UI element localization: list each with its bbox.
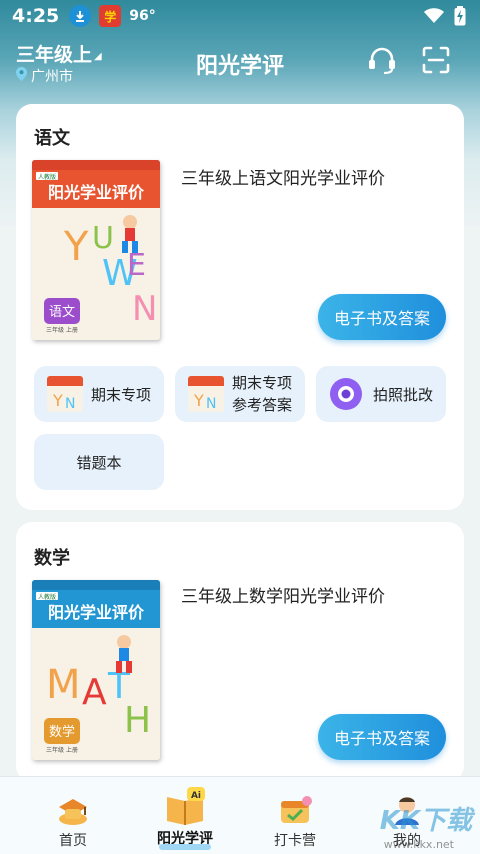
- svg-text:N: N: [206, 396, 216, 412]
- tile-label-group: 期末专项 参考答案: [232, 372, 292, 416]
- cover-series-title: 阳光学业评价: [48, 183, 145, 202]
- photo-grading-tile[interactable]: 拍照批改: [316, 366, 446, 422]
- final-exam-answers-tile[interactable]: YN 期末专项 参考答案: [175, 366, 305, 422]
- svg-text:N: N: [132, 289, 157, 329]
- svg-text:Y: Y: [52, 391, 63, 410]
- subject-card-chinese: 语文 人教版 阳光学业评价 Y U W E N 语文 三年级 上册 三年级上语文…: [16, 104, 464, 510]
- svg-text:A: A: [82, 672, 107, 713]
- status-time: 4:25: [12, 5, 60, 27]
- headset-icon: [366, 44, 398, 80]
- book-thumbnail-icon: YN: [46, 376, 83, 412]
- cover-grade-text: 三年级 上册: [46, 746, 78, 754]
- tile-label: 错题本: [76, 453, 122, 472]
- cover-subject-badge: 语文: [49, 305, 75, 320]
- nav-label: 打卡营: [274, 833, 316, 849]
- page-title: 阳光学评: [195, 54, 284, 79]
- subject-title: 数学: [34, 548, 70, 569]
- scan-icon: [421, 45, 451, 79]
- book-thumbnail-icon: YN: [187, 376, 224, 412]
- publisher-text: 人教版: [38, 593, 56, 601]
- svg-text:M: M: [46, 662, 81, 708]
- svg-text:Y: Y: [193, 391, 204, 410]
- cover-series-title: 阳光学业评价: [48, 603, 145, 622]
- nav-checkin[interactable]: 打卡营: [240, 777, 350, 854]
- nav-home[interactable]: 首页: [18, 777, 128, 854]
- ebook-answers-button[interactable]: 电子书及答案: [318, 294, 446, 340]
- ebook-answers-button[interactable]: 电子书及答案: [318, 714, 446, 760]
- watermark-url: www.kkx.net: [383, 838, 454, 851]
- battery-icon: [454, 6, 466, 30]
- wrong-questions-tile[interactable]: 错题本: [34, 434, 164, 490]
- scan-button[interactable]: [418, 44, 454, 80]
- publisher-text: 人教版: [38, 173, 56, 181]
- svg-text:H: H: [124, 700, 151, 741]
- svg-text:Ai: Ai: [191, 791, 201, 801]
- wifi-icon: [424, 8, 444, 28]
- svg-text:Y: Y: [63, 224, 89, 270]
- ai-book-icon: Ai: [163, 787, 207, 825]
- customer-service-button[interactable]: [364, 44, 400, 80]
- tile-label-line1: 期末专项: [231, 374, 292, 392]
- nav-label: 首页: [59, 833, 87, 849]
- active-indicator: [159, 844, 211, 850]
- book-title[interactable]: 三年级上语文阳光学业评价: [181, 164, 385, 189]
- download-icon: [69, 5, 92, 27]
- book-title[interactable]: 三年级上数学阳光学业评价: [181, 582, 385, 607]
- cover-subject-badge: 数学: [49, 724, 75, 740]
- checkin-icon: [277, 793, 313, 827]
- tile-label: 拍照批改: [372, 385, 433, 404]
- nav-sunshine-eval[interactable]: Ai 阳光学评: [130, 777, 240, 854]
- status-bar: 4:25 学 96°: [0, 0, 480, 32]
- camera-icon: [329, 377, 363, 411]
- home-icon: [55, 793, 91, 827]
- subject-title: 语文: [34, 128, 70, 149]
- final-exam-tile[interactable]: YN 期末专项: [34, 366, 164, 422]
- tile-label: 期末专项: [90, 385, 151, 404]
- book-cover-math[interactable]: 人教版 阳光学业评价 M A T H 数学 三年级 上册: [32, 580, 160, 760]
- svg-text:U: U: [92, 221, 114, 256]
- svg-text:E: E: [127, 248, 146, 283]
- svg-text:N: N: [65, 396, 75, 412]
- book-cover-chinese[interactable]: 人教版 阳光学业评价 Y U W E N 语文 三年级 上册: [32, 160, 160, 340]
- status-temperature: 96°: [129, 8, 156, 24]
- subject-card-math: 数学 人教版 阳光学业评价 M A T H 数学 三年级 上册 三年级上数学阳光…: [16, 522, 464, 782]
- watermark-logo: KK下载: [379, 806, 472, 836]
- app-header: 三年级上 ◢ 广州市 阳光学评: [0, 36, 480, 92]
- cover-grade-text: 三年级 上册: [46, 326, 78, 334]
- tile-label-line2: 参考答案: [231, 396, 292, 414]
- app-notification-icon: 学: [99, 5, 122, 27]
